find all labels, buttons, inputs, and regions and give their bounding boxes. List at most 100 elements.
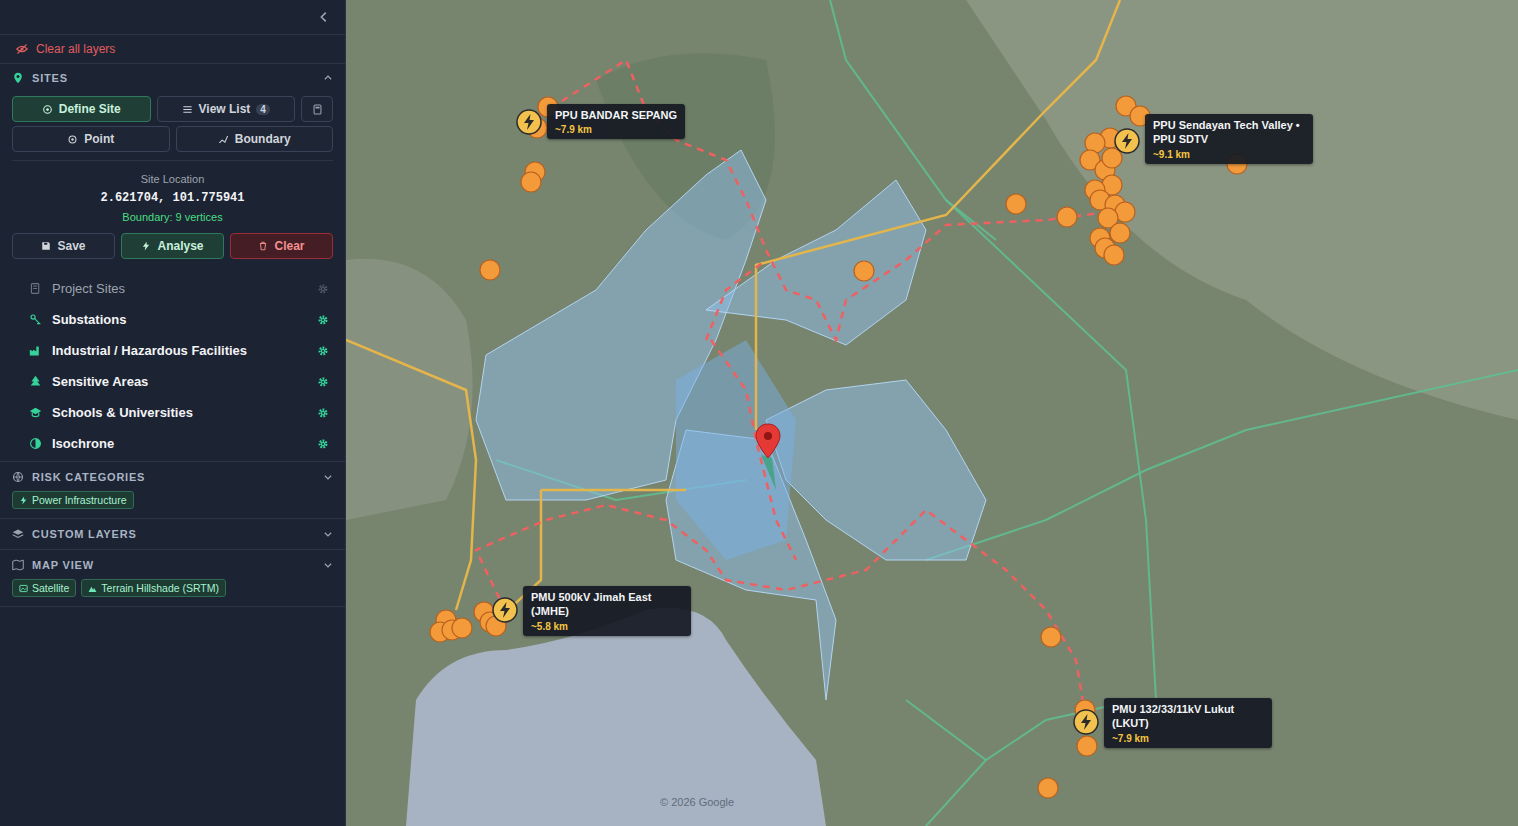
chip[interactable]: Satellite <box>12 579 76 597</box>
substation-marker[interactable] <box>517 110 541 134</box>
road <box>541 489 686 492</box>
site-location-label: Site Location <box>141 173 205 185</box>
mode-label: Point <box>84 132 114 146</box>
site-tab[interactable]: Define Site <box>12 96 151 122</box>
facility-marker[interactable] <box>1110 223 1130 243</box>
trash-icon <box>258 241 268 251</box>
action-button[interactable]: Analyse <box>121 233 224 259</box>
layer-label: Substations <box>52 312 307 327</box>
power-route <box>529 60 1116 340</box>
action-button[interactable]: Save <box>12 233 115 259</box>
action-button[interactable]: Clear <box>230 233 333 259</box>
layer-icon <box>29 375 42 388</box>
boundary-info: Boundary: 9 vertices <box>122 211 222 223</box>
map-canvas[interactable] <box>346 0 1518 826</box>
sites-header[interactable]: SITES <box>0 64 345 92</box>
isochrone-core <box>676 340 796 560</box>
facility-marker[interactable] <box>1006 194 1026 214</box>
layer-list: Project Sites Substations Industrial / Haz… <box>0 267 345 462</box>
sidebar-topbar <box>0 0 345 35</box>
substation-marker[interactable] <box>493 598 517 622</box>
site-tab[interactable]: View List 4 <box>157 96 296 122</box>
point-icon <box>67 134 78 145</box>
gear-icon[interactable] <box>317 376 329 388</box>
facility-marker[interactable] <box>480 260 500 280</box>
site-tab-label: View List <box>199 102 251 116</box>
facility-marker[interactable] <box>1104 245 1124 265</box>
facility-marker[interactable] <box>1102 148 1122 168</box>
substation-label: PMU 500kV Jimah East (JMHE)~5.8 km <box>523 586 691 636</box>
gear-icon[interactable] <box>317 283 329 295</box>
facility-marker[interactable] <box>1038 778 1058 798</box>
site-coordinates: 2.621704, 101.775941 <box>100 191 244 205</box>
layer-row[interactable]: Project Sites <box>0 273 345 304</box>
eye-off-icon <box>16 43 28 55</box>
sites-body: Define Site View List 4 Point Boundary Site L… <box>0 92 345 267</box>
site-boundary <box>761 455 776 490</box>
count-badge: 4 <box>256 104 270 115</box>
action-label: Save <box>57 239 85 253</box>
substation-distance: ~7.9 km <box>1112 733 1264 744</box>
clear-all-label: Clear all layers <box>36 42 115 56</box>
map[interactable]: PPU BANDAR SEPANG ~7.9 km PPU Sendayan Tec… <box>346 0 1518 826</box>
substation-marker[interactable] <box>1115 129 1139 153</box>
site-actions: Save AnalyseClear <box>12 233 333 259</box>
chip-icon <box>19 584 28 593</box>
layer-row[interactable]: Sensitive Areas <box>0 366 345 397</box>
chevron-icon <box>323 529 333 539</box>
facility-marker[interactable] <box>1077 736 1097 756</box>
substation-name: PPU BANDAR SEPANG <box>555 108 677 122</box>
map-attribution: © 2026 Google <box>660 796 734 808</box>
layer-row[interactable]: Schools & Universities <box>0 397 345 428</box>
chip[interactable]: Power Infrastructure <box>12 491 134 509</box>
layer-row[interactable]: Substations <box>0 304 345 335</box>
section-title: CUSTOM LAYERS <box>32 528 315 540</box>
save-icon <box>41 241 51 251</box>
section-icon <box>12 528 24 540</box>
mode-label: Boundary <box>235 132 291 146</box>
bolt-icon <box>500 602 510 618</box>
layer-icon <box>29 282 42 295</box>
site-location: Site Location 2.621704, 101.775941 Boundar… <box>12 169 333 229</box>
layer-label: Industrial / Hazardous Facilities <box>52 343 307 358</box>
collapse-chevron-icon[interactable] <box>317 10 331 24</box>
layer-row[interactable]: Isochrone <box>0 428 345 459</box>
section-header[interactable]: CUSTOM LAYERS <box>0 520 345 548</box>
gear-icon[interactable] <box>317 314 329 326</box>
transmission-line <box>926 760 986 826</box>
power-route <box>476 505 1086 720</box>
section-header[interactable]: MAP VIEW <box>0 551 345 579</box>
chip-row: Power Infrastructure <box>0 491 345 517</box>
calculator-button[interactable] <box>301 96 333 122</box>
bolt-icon <box>524 114 534 130</box>
site-pin-icon[interactable] <box>756 424 780 458</box>
layer-label: Schools & Universities <box>52 405 307 420</box>
facility-marker[interactable] <box>1041 627 1061 647</box>
chip[interactable]: Terrain Hillshade (SRTM) <box>81 579 226 597</box>
layer-row[interactable]: Industrial / Hazardous Facilities <box>0 335 345 366</box>
section-title: MAP VIEW <box>32 559 315 571</box>
target-icon <box>42 104 53 115</box>
mode-button[interactable]: Point <box>12 126 170 152</box>
layer-label: Sensitive Areas <box>52 374 307 389</box>
gear-icon[interactable] <box>317 438 329 450</box>
section-title: RISK CATEGORIES <box>32 471 315 483</box>
facility-marker[interactable] <box>452 618 472 638</box>
facility-marker[interactable] <box>1057 207 1077 227</box>
gear-icon[interactable] <box>317 407 329 419</box>
urban-area <box>966 0 1518 420</box>
layer-icon <box>29 406 42 419</box>
bolt-icon <box>141 241 151 251</box>
substation-marker[interactable] <box>1074 710 1098 734</box>
chevron-icon <box>323 560 333 570</box>
facility-marker[interactable] <box>854 261 874 281</box>
clear-all-layers[interactable]: Clear all layers <box>0 35 345 64</box>
mode-button[interactable]: Boundary <box>176 126 334 152</box>
substation-label: PPU Sendayan Tech Valley • PPU SDTV~9.1 … <box>1145 114 1313 164</box>
power-route <box>706 260 766 340</box>
substation-name: PMU 500kV Jimah East (JMHE) <box>531 590 683 619</box>
gear-icon[interactable] <box>317 345 329 357</box>
facility-marker[interactable] <box>521 172 541 192</box>
chevron-icon <box>323 73 333 83</box>
section-header[interactable]: RISK CATEGORIES <box>0 463 345 491</box>
